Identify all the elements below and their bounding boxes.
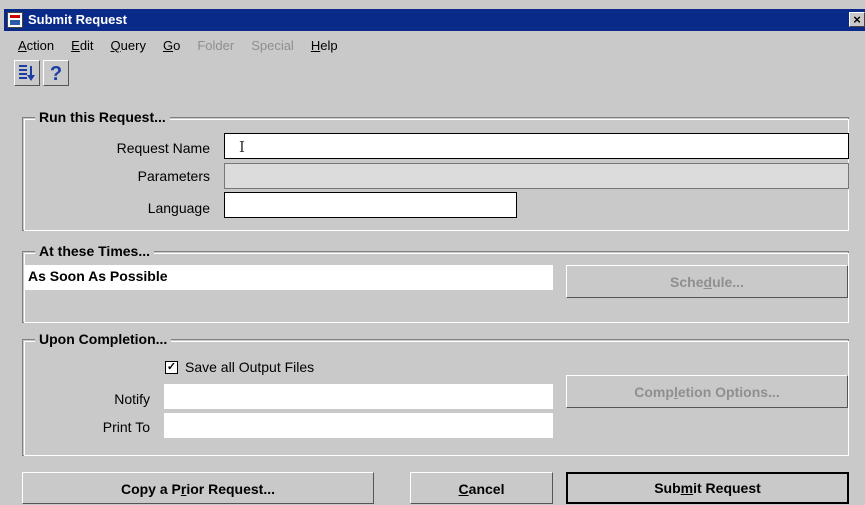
menu-help[interactable]: Help [301, 34, 345, 54]
menu-special: Special [251, 38, 294, 53]
completion-title: Upon Completion... [35, 331, 172, 347]
notify-field[interactable] [164, 384, 553, 409]
help-button[interactable]: ? [43, 60, 69, 86]
request-name-label: Request Name [116, 140, 210, 156]
schedule-value-field: As Soon As Possible [24, 265, 553, 290]
text-cursor-icon: I [239, 138, 245, 156]
menu-go[interactable]: Go [153, 34, 187, 54]
help-question-icon: ? [50, 63, 62, 83]
submit-request-button[interactable]: Submit Request [566, 472, 849, 504]
list-sort-icon [19, 65, 35, 81]
print-to-field[interactable] [164, 413, 553, 438]
notify-label: Notify [114, 391, 150, 407]
menu-action[interactable]: Action [4, 34, 61, 54]
language-field[interactable] [224, 192, 517, 218]
parameters-label: Parameters [137, 168, 210, 184]
completion-options-button: Completion Options... [566, 375, 848, 408]
parameters-field [224, 163, 849, 189]
title-bar: Submit Request × [4, 9, 865, 31]
times-title: At these Times... [35, 243, 155, 259]
toolbar: ? [14, 60, 69, 86]
list-sort-button[interactable] [14, 60, 40, 86]
submit-request-window: Submit Request × Action Edit Query Go Fo… [0, 0, 865, 505]
run-request-title: Run this Request... [35, 109, 170, 125]
request-name-field[interactable]: I [224, 133, 849, 159]
cancel-button[interactable]: Cancel [410, 472, 553, 504]
menu-edit[interactable]: Edit [61, 34, 100, 54]
save-output-checkbox[interactable]: ✓ [165, 361, 178, 374]
copy-prior-request-button[interactable]: Copy a Prior Request... [22, 472, 374, 504]
save-output-label: Save all Output Files [185, 359, 315, 375]
window-title: Submit Request [28, 12, 127, 27]
svg-text:?: ? [50, 63, 62, 83]
menu-bar: Action Edit Query Go Folder Special Help [4, 34, 345, 54]
app-icon [7, 12, 23, 28]
close-button[interactable]: × [849, 12, 865, 27]
menu-folder: Folder [197, 38, 235, 53]
language-label: Language [147, 200, 210, 216]
menu-query[interactable]: Query [101, 34, 153, 54]
schedule-button: Schedule... [566, 265, 848, 298]
print-to-label: Print To [102, 419, 150, 435]
